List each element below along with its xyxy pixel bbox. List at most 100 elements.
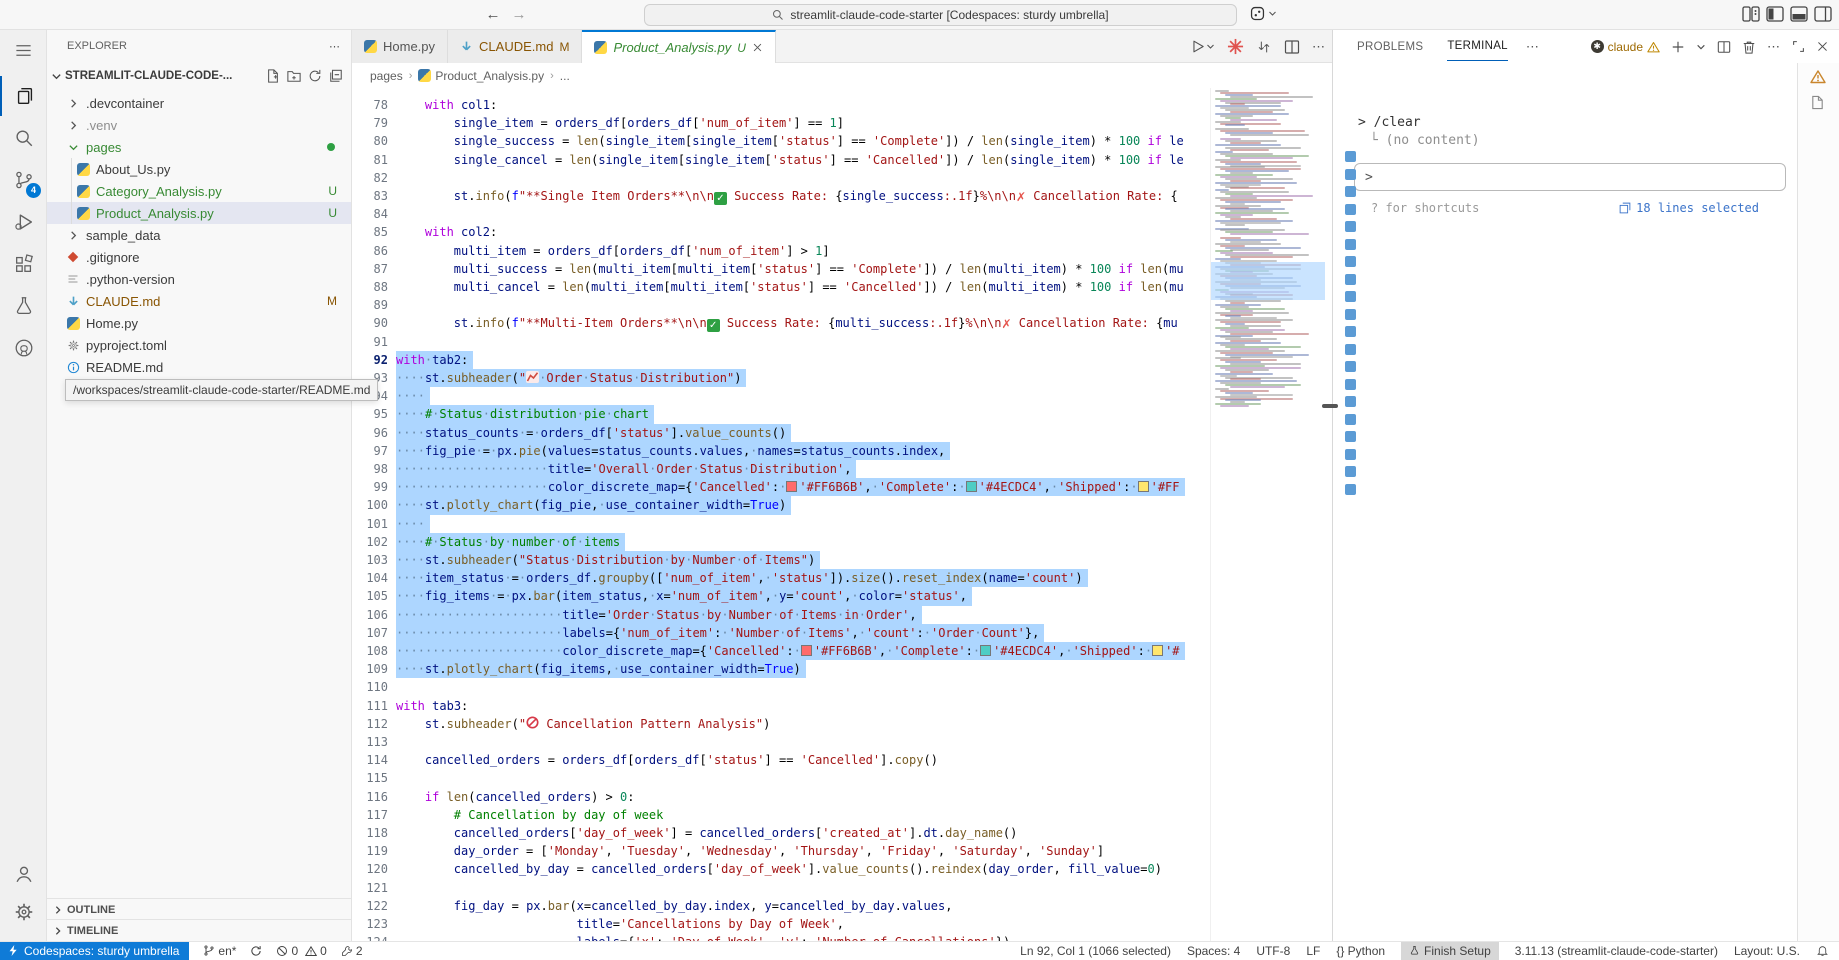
tab-problems[interactable]: PROBLEMS [1357, 33, 1423, 61]
run-button[interactable] [1189, 38, 1215, 55]
note-icon[interactable] [1810, 95, 1825, 110]
nav-back-icon[interactable]: ← [483, 5, 503, 25]
claude-prompt-input[interactable]: > [1354, 163, 1786, 191]
new-file-icon[interactable] [266, 69, 280, 83]
sidebar-item-search[interactable] [0, 118, 47, 158]
terminal-command-decoration[interactable] [1345, 414, 1356, 425]
lines-selected-status[interactable]: 18 lines selected [1619, 201, 1759, 215]
terminal-selector[interactable]: ✱ claude [1591, 40, 1660, 54]
new-terminal-icon[interactable] [1671, 40, 1685, 54]
editor-more-icon[interactable]: ⋯ [1312, 39, 1326, 55]
refresh-icon[interactable] [308, 69, 322, 83]
explorer-more-icon[interactable]: ⋯ [329, 40, 341, 53]
sidebar-item-extensions[interactable] [0, 244, 47, 284]
menu-icon[interactable] [0, 30, 47, 70]
keyboard-layout-status[interactable]: Layout: U.S. [1734, 944, 1800, 958]
sidebar-item-github[interactable] [0, 328, 47, 368]
terminal-command-decoration[interactable] [1345, 379, 1356, 390]
finish-setup-button[interactable]: Finish Setup [1401, 942, 1499, 960]
run-dropdown-icon[interactable] [1206, 42, 1215, 51]
tab-Home.py[interactable]: Home.py [352, 30, 448, 63]
warning-icon[interactable] [1810, 69, 1826, 84]
toggle-secondary-sidebar-button[interactable] [1814, 6, 1834, 24]
close-panel-icon[interactable] [1816, 40, 1829, 53]
panel-more-icon[interactable]: ⋯ [1526, 39, 1540, 55]
workspace-section-header[interactable]: STREAMLIT-CLAUDE-CODE-... [47, 64, 351, 88]
terminal-command-decoration[interactable] [1345, 431, 1356, 442]
terminal-command-decoration[interactable] [1345, 309, 1356, 320]
open-changes-icon[interactable] [1256, 39, 1272, 55]
file-row-CLAUDE.md[interactable]: CLAUDE.md M [47, 290, 351, 312]
breadcrumb-item[interactable]: Product_Analysis.py [418, 69, 544, 83]
file-row-Home.py[interactable]: Home.py [47, 312, 351, 334]
minimap[interactable] [1210, 88, 1325, 941]
terminal-command-decoration[interactable] [1345, 186, 1356, 197]
breadcrumb[interactable]: pages›Product_Analysis.py›... [352, 63, 1332, 88]
code-editor[interactable]: 7879808182838485868788899091929394959697… [352, 88, 1332, 941]
terminal-command-decoration[interactable] [1345, 256, 1356, 267]
sidebar-item-explorer[interactable] [0, 76, 47, 116]
terminal-command-decoration[interactable] [1345, 151, 1356, 162]
indentation-status[interactable]: Spaces: 4 [1187, 944, 1240, 958]
terminal-command-decoration[interactable] [1345, 344, 1356, 355]
sidebar-item-source-control[interactable]: 4 [0, 160, 47, 200]
tab-Product_Analysis.py[interactable]: Product_Analysis.py U [582, 30, 775, 63]
sidebar-item-run-debug[interactable] [0, 202, 47, 242]
nav-forward-icon[interactable]: → [509, 5, 529, 25]
sync-status[interactable] [250, 945, 262, 957]
terminal-command-decoration[interactable] [1345, 449, 1356, 460]
sash-handle[interactable] [1322, 404, 1338, 408]
file-row-.devcontainer[interactable]: .devcontainer [47, 92, 351, 114]
terminal-content[interactable]: > /clear └ (no content) > ? for shortcut… [1333, 63, 1839, 941]
terminal-command-decoration[interactable] [1345, 274, 1356, 285]
breadcrumb-item[interactable]: pages [370, 69, 403, 83]
customize-layout-button[interactable] [1742, 6, 1762, 24]
sidebar-item-testing[interactable] [0, 286, 47, 326]
branch-status[interactable]: en* [203, 944, 236, 958]
kill-terminal-icon[interactable] [1742, 40, 1756, 54]
terminal-command-decoration[interactable] [1345, 484, 1356, 495]
terminal-command-decoration[interactable] [1345, 169, 1356, 180]
breadcrumb-item[interactable]: ... [560, 69, 570, 83]
terminal-command-decoration[interactable] [1345, 466, 1356, 477]
tools-status[interactable]: 2 [341, 944, 363, 958]
settings-gear-icon[interactable] [0, 892, 47, 932]
split-editor-icon[interactable] [1284, 39, 1300, 55]
file-row-.venv[interactable]: .venv [47, 114, 351, 136]
terminal-command-decoration[interactable] [1345, 396, 1356, 407]
timeline-section[interactable]: TIMELINE [47, 919, 351, 941]
file-row-.gitignore[interactable]: .gitignore [47, 246, 351, 268]
collapse-all-icon[interactable] [329, 69, 343, 83]
file-row-About_Us.py[interactable]: About_Us.py [47, 158, 351, 180]
terminal-dropdown-icon[interactable] [1696, 42, 1706, 52]
eol-status[interactable]: LF [1306, 944, 1320, 958]
remote-status-button[interactable]: Codespaces: sturdy umbrella [0, 942, 189, 960]
split-terminal-icon[interactable] [1717, 40, 1731, 54]
file-row-sample_data[interactable]: sample_data [47, 224, 351, 246]
outline-section[interactable]: OUTLINE [47, 898, 351, 920]
file-row-pyproject.toml[interactable]: pyproject.toml [47, 334, 351, 356]
remote-indicator[interactable] [1249, 5, 1277, 22]
cursor-position[interactable]: Ln 92, Col 1 (1066 selected) [1020, 944, 1171, 958]
python-interpreter-status[interactable]: 3.11.13 (streamlit-claude-code-starter) [1515, 944, 1718, 958]
maximize-panel-icon[interactable] [1792, 40, 1805, 53]
notifications-bell[interactable] [1816, 944, 1829, 957]
encoding-status[interactable]: UTF-8 [1256, 944, 1290, 958]
toggle-panel-button[interactable] [1790, 6, 1810, 24]
terminal-command-decoration[interactable] [1345, 221, 1356, 232]
file-row-.python-version[interactable]: .python-version [47, 268, 351, 290]
terminal-command-decoration[interactable] [1345, 204, 1356, 215]
new-folder-icon[interactable] [287, 69, 301, 83]
terminal-command-decoration[interactable] [1345, 291, 1356, 302]
file-row-Product_Analysis.py[interactable]: Product_Analysis.py U [47, 202, 351, 224]
terminal-command-decoration[interactable] [1345, 361, 1356, 372]
accounts-icon[interactable] [0, 854, 47, 894]
tab-CLAUDE.md[interactable]: CLAUDE.md M [448, 30, 582, 63]
terminal-command-decoration[interactable] [1345, 239, 1356, 250]
file-row-pages[interactable]: pages [47, 136, 351, 158]
problems-status[interactable]: 0 0 [276, 944, 326, 958]
language-status[interactable]: {} Python [1336, 944, 1385, 958]
toggle-sidebar-button[interactable] [1766, 6, 1786, 24]
editor-code[interactable]: with col1: single_item = orders_df[order… [396, 88, 1205, 941]
terminal-command-decoration[interactable] [1345, 326, 1356, 337]
